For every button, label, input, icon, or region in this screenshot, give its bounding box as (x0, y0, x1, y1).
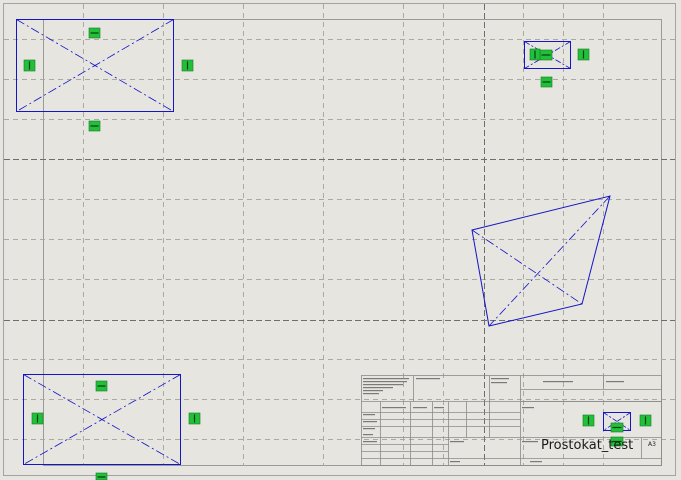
horizontal-relation-icon[interactable] (95, 380, 108, 392)
quadrilateral-sketch[interactable] (471, 195, 611, 327)
vertical-relation-icon[interactable] (188, 412, 201, 425)
horizontal-relation-icon[interactable] (539, 49, 553, 61)
drawing-sheet[interactable] (0, 0, 681, 480)
vertical-relation-icon[interactable] (582, 414, 595, 427)
drawing-name-label: Prostokat_test (541, 438, 634, 453)
horizontal-relation-icon[interactable] (95, 472, 108, 480)
horizontal-relation-icon[interactable] (540, 76, 553, 88)
zone-grid-major (4, 4, 675, 466)
horizontal-relation-icon[interactable] (610, 422, 624, 433)
vertical-relation-icon[interactable] (31, 412, 44, 425)
horizontal-relation-icon[interactable] (88, 27, 101, 39)
vertical-relation-icon[interactable] (23, 59, 36, 72)
sheet-size-label: A3 (648, 441, 656, 448)
vertical-relation-icon[interactable] (181, 59, 194, 72)
vertical-relation-icon[interactable] (529, 48, 541, 61)
horizontal-relation-icon[interactable] (88, 120, 101, 132)
vertical-relation-icon[interactable] (577, 48, 590, 61)
zone-grid (4, 4, 675, 466)
vertical-relation-icon[interactable] (639, 414, 652, 427)
